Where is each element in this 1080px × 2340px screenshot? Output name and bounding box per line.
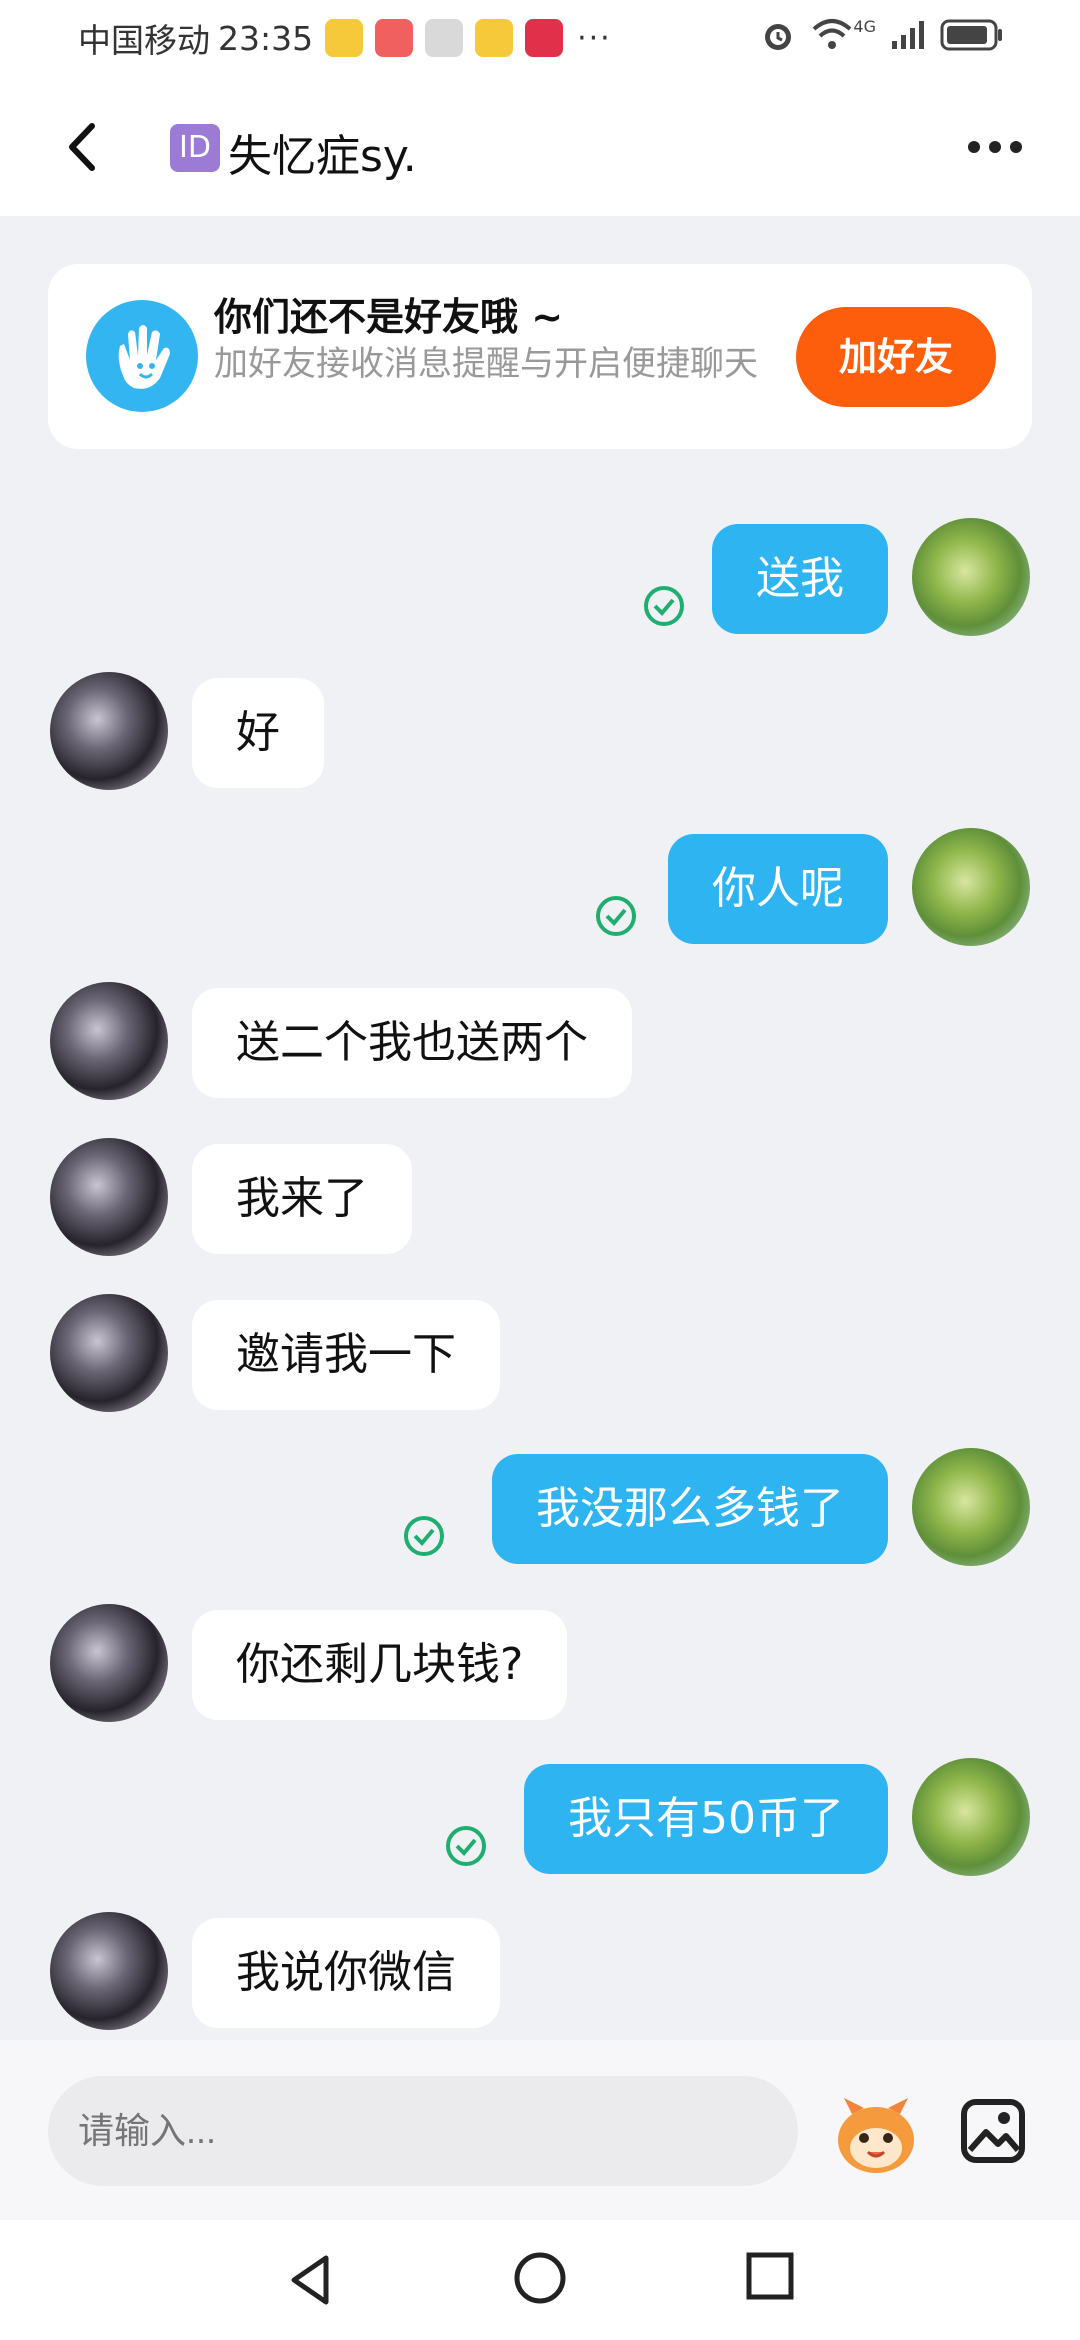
system-navigation-bar <box>0 2220 1080 2340</box>
message-row: 好 <box>0 668 1080 792</box>
chat-title: 失忆症sy. <box>228 131 417 182</box>
message-row: 你人呢 <box>0 824 1080 948</box>
message-bubble-incoming[interactable]: 你还剩几块钱? <box>192 1610 568 1720</box>
system-home-icon[interactable] <box>512 2250 568 2306</box>
message-row: 送我 <box>0 514 1080 638</box>
my-avatar[interactable] <box>912 828 1030 946</box>
wechat-icon <box>425 19 464 57</box>
more-button[interactable] <box>960 122 1030 172</box>
input-bar <box>0 2040 1080 2220</box>
wave-hand-icon <box>86 300 198 412</box>
more-icon <box>968 141 980 153</box>
more-icon-dot <box>989 141 1001 153</box>
more-icon-dot <box>1010 141 1022 153</box>
my-avatar[interactable] <box>912 1758 1030 1876</box>
read-check-icon <box>404 1516 444 1556</box>
contact-avatar[interactable] <box>50 672 168 790</box>
message-bubble-outgoing[interactable]: 我没那么多钱了 <box>492 1454 888 1564</box>
notice-title: 你们还不是好友哦 ~ <box>214 295 564 339</box>
message-row: 送二个我也送两个 <box>0 978 1080 1102</box>
contact-avatar[interactable] <box>50 1138 168 1256</box>
message-input[interactable] <box>48 2076 798 2186</box>
message-bubble-incoming[interactable]: 好 <box>192 678 324 788</box>
status-bar: 中国移动 23:35 ··· 4G <box>0 0 1080 76</box>
message-bubble-incoming[interactable]: 邀请我一下 <box>192 1300 500 1410</box>
carrier-label: 中国移动 <box>78 21 210 60</box>
emoji-button[interactable] <box>832 2094 920 2176</box>
clock: 23:35 <box>218 18 314 58</box>
message-bubble-outgoing[interactable]: 我只有50币了 <box>524 1764 888 1874</box>
read-check-icon <box>446 1826 486 1866</box>
read-check-icon <box>596 896 636 936</box>
notice-subtitle: 加好友接收消息提醒与开启便捷聊天 <box>214 344 758 384</box>
message-bubble-outgoing[interactable]: 送我 <box>712 524 888 634</box>
my-avatar[interactable] <box>912 1448 1030 1566</box>
friend-notice-card: 你们还不是好友哦 ~ 加好友接收消息提醒与开启便捷聊天 加好友 <box>48 264 1032 449</box>
back-button[interactable] <box>52 112 112 182</box>
system-back-icon[interactable] <box>282 2250 342 2310</box>
contact-avatar[interactable] <box>50 982 168 1100</box>
image-button[interactable] <box>958 2096 1028 2166</box>
chat-header: ID 失忆症sy. <box>0 76 1080 216</box>
message-bubble-incoming[interactable]: 我来了 <box>192 1144 412 1254</box>
emoji-icon <box>838 2098 914 2173</box>
weibo-icon <box>325 19 364 57</box>
weibo-icon-2 <box>475 19 514 57</box>
alarm-icon <box>765 24 792 50</box>
message-row: 你还剩几块钱? <box>0 1600 1080 1724</box>
chevron-left-icon <box>69 123 95 171</box>
message-row: 我来了 <box>0 1134 1080 1258</box>
read-check-icon <box>644 586 684 626</box>
message-bubble-outgoing[interactable]: 你人呢 <box>668 834 888 944</box>
battery-icon <box>940 19 1002 51</box>
video-app-icon <box>525 19 564 57</box>
my-avatar[interactable] <box>912 518 1030 636</box>
more-notifications-icon: ··· <box>577 20 612 56</box>
status-left: 中国移动 23:35 ··· <box>78 14 612 62</box>
system-recent-apps-icon[interactable] <box>744 2250 796 2302</box>
message-bubble-incoming[interactable]: 我说你微信 <box>192 1918 500 2028</box>
contact-avatar[interactable] <box>50 1912 168 2030</box>
signal-icon <box>892 21 924 49</box>
contact-avatar[interactable] <box>50 1604 168 1722</box>
message-row: 我只有50币了 <box>0 1754 1080 1878</box>
message-row: 我说你微信 <box>0 1908 1080 2032</box>
contact-avatar[interactable] <box>50 1294 168 1412</box>
shop-app-icon <box>375 19 414 57</box>
network-type-label: 4G <box>853 16 876 36</box>
wifi-icon <box>813 19 852 49</box>
message-row: 我没那么多钱了 <box>0 1444 1080 1568</box>
message-row: 邀请我一下 <box>0 1290 1080 1414</box>
message-bubble-incoming[interactable]: 送二个我也送两个 <box>192 988 632 1098</box>
image-icon <box>961 2099 1025 2163</box>
id-badge: ID <box>170 124 220 172</box>
status-right: 4G <box>759 16 1004 54</box>
add-friend-button[interactable]: 加好友 <box>796 307 996 407</box>
